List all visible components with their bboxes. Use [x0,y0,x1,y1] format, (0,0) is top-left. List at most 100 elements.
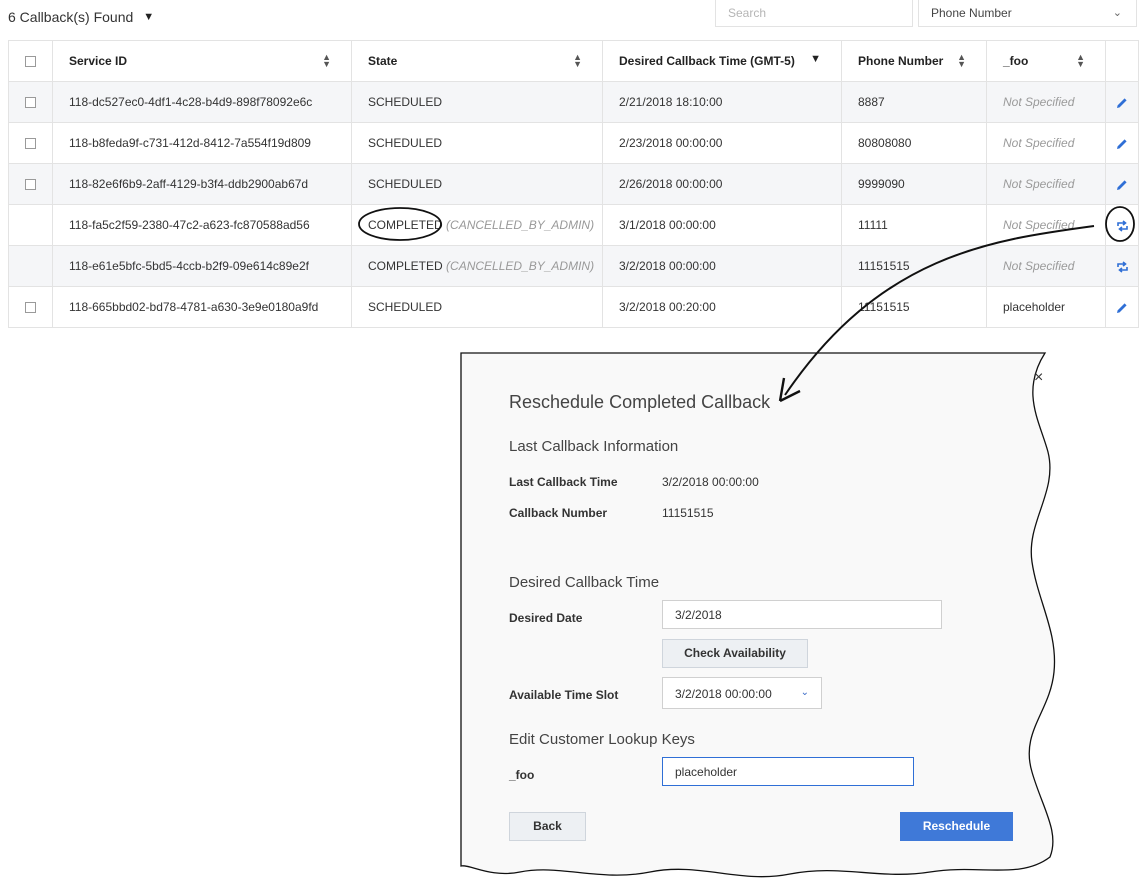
repeat-icon[interactable] [1116,261,1129,273]
row-checkbox-cell[interactable] [8,81,53,123]
column-header-desired-time[interactable]: Desired Callback Time (GMT-5) ▼ [602,40,842,82]
caret-down-icon[interactable]: ▼ [143,11,154,23]
sort-desc-icon[interactable]: ▼ [810,54,821,65]
results-count-label: 6 Callback(s) Found [8,9,134,25]
close-icon[interactable]: × [1034,369,1043,387]
lookup-keys-section-title: Edit Customer Lookup Keys [509,731,695,748]
time-cell: 3/2/2018 00:00:00 [602,245,842,287]
reschedule-dialog: × Reschedule Completed Callback Last Cal… [460,352,1060,884]
phone-cell: 9999090 [841,163,987,205]
table-row[interactable]: 118-82e6f6b9-2aff-4129-b3f4-ddb2900ab67d… [8,163,1139,205]
column-label: _foo [1003,54,1029,68]
sort-icon[interactable]: ▲ ▼ [573,53,582,69]
time-cell: 2/23/2018 00:00:00 [602,122,842,164]
table-row[interactable]: 118-e61e5bfc-5bd5-4ccb-b2f9-09e614c89e2f… [8,245,1139,287]
reschedule-button[interactable]: Reschedule [900,812,1013,841]
foo-cell: Not Specified [986,81,1106,123]
service-id-cell: 118-665bbd02-bd78-4781-a630-3e9e0180a9fd [52,286,352,328]
state-value: SCHEDULED [368,177,443,191]
edit-button[interactable] [1105,81,1139,123]
sort-icon[interactable]: ▲ ▼ [957,53,966,69]
service-id-cell: 118-fa5c2f59-2380-47c2-a623-fc870588ad56 [52,204,352,246]
column-label: State [368,54,398,68]
row-checkbox[interactable] [25,138,36,150]
foo-input[interactable]: placeholder [662,757,914,786]
edit-button[interactable] [1105,286,1139,328]
column-label: Service ID [69,54,128,68]
state-cell: SCHEDULED [351,163,603,205]
select-all-checkbox[interactable] [25,56,36,68]
service-id-cell: 118-82e6f6b9-2aff-4129-b3f4-ddb2900ab67d [52,163,352,205]
results-count[interactable]: 6 Callback(s) Found ▼ [8,9,154,25]
row-checkbox[interactable] [25,97,36,109]
state-value: SCHEDULED [368,300,443,314]
foo-cell: placeholder [986,286,1106,328]
table-row[interactable]: 118-fa5c2f59-2380-47c2-a623-fc870588ad56… [8,204,1139,246]
column-label: Desired Callback Time (GMT-5) [619,54,795,68]
row-checkbox[interactable] [25,302,36,314]
table-row[interactable]: 118-665bbd02-bd78-4781-a630-3e9e0180a9fd… [8,286,1139,328]
row-checkbox-cell [8,245,53,287]
row-checkbox-cell [8,204,53,246]
state-cell: COMPLETED (CANCELLED_BY_ADMIN) [351,245,603,287]
sort-icon[interactable]: ▲ ▼ [322,53,331,69]
column-header-state[interactable]: State ▲ ▼ [351,40,603,82]
dialog-title: Reschedule Completed Callback [509,392,771,412]
time-cell: 3/2/2018 00:20:00 [602,286,842,328]
phone-cell: 80808080 [841,122,987,164]
row-checkbox-cell[interactable] [8,122,53,164]
sort-icon[interactable]: ▲ ▼ [1076,53,1085,69]
row-checkbox[interactable] [25,179,36,191]
select-all-checkbox-cell[interactable] [8,40,53,82]
last-callback-time-label: Last Callback Time [509,475,618,489]
search-input[interactable]: Search [715,0,913,27]
column-header-service-id[interactable]: Service ID ▲ ▼ [52,40,352,82]
service-id-cell: 118-b8feda9f-c731-412d-8412-7a554f19d809 [52,122,352,164]
reschedule-button[interactable] [1105,245,1139,287]
column-header-phone[interactable]: Phone Number ▲ ▼ [841,40,987,82]
back-button[interactable]: Back [509,812,586,841]
service-id-cell: 118-dc527ec0-4df1-4c28-b4d9-898f78092e6c [52,81,352,123]
reschedule-button[interactable] [1105,204,1139,246]
time-cell: 2/21/2018 18:10:00 [602,81,842,123]
state-value: SCHEDULED [368,136,443,150]
last-callback-time-value: 3/2/2018 00:00:00 [662,475,759,489]
desired-date-input[interactable]: 3/2/2018 [662,600,942,629]
column-header-foo[interactable]: _foo ▲ ▼ [986,40,1106,82]
state-cell: COMPLETED (CANCELLED_BY_ADMIN) [351,204,603,246]
edit-button[interactable] [1105,163,1139,205]
foo-label: _foo [509,768,535,782]
time-slot-label: Available Time Slot [509,688,619,702]
check-availability-button[interactable]: Check Availability [662,639,808,668]
state-cell: SCHEDULED [351,286,603,328]
chevron-down-icon: ⌄ [1112,7,1122,19]
filter-select[interactable]: Phone Number ⌄ [918,0,1137,27]
phone-cell: 11151515 [841,245,987,287]
state-cell: SCHEDULED [351,122,603,164]
pencil-icon[interactable] [1116,302,1128,314]
table-header-row: Service ID ▲ ▼ State ▲ ▼ Desired Callback Ti… [8,40,1139,82]
phone-cell: 11151515 [841,286,987,328]
row-checkbox-cell[interactable] [8,163,53,205]
filter-select-value: Phone Number [931,6,1012,20]
time-slot-value: 3/2/2018 00:00:00 [675,687,772,701]
state-value: SCHEDULED [368,95,443,109]
pencil-icon[interactable] [1116,97,1128,109]
phone-cell: 11111 [841,204,987,246]
table-row[interactable]: 118-dc527ec0-4df1-4c28-b4d9-898f78092e6c… [8,81,1139,123]
state-reason: (CANCELLED_BY_ADMIN) [446,259,595,273]
pencil-icon[interactable] [1116,179,1128,191]
foo-cell: Not Specified [986,245,1106,287]
foo-cell: Not Specified [986,163,1106,205]
time-slot-select[interactable]: 3/2/2018 00:00:00 ⌄ [662,677,822,709]
callback-number-value: 11151515 [662,506,714,520]
chevron-down-icon: ⌄ [800,687,809,698]
last-callback-section-title: Last Callback Information [509,438,679,455]
pencil-icon[interactable] [1116,138,1128,150]
table-row[interactable]: 118-b8feda9f-c731-412d-8412-7a554f19d809… [8,122,1139,164]
column-label: Phone Number [858,54,944,68]
row-checkbox-cell[interactable] [8,286,53,328]
state-value: COMPLETED [368,218,443,232]
repeat-icon[interactable] [1116,220,1129,232]
edit-button[interactable] [1105,122,1139,164]
